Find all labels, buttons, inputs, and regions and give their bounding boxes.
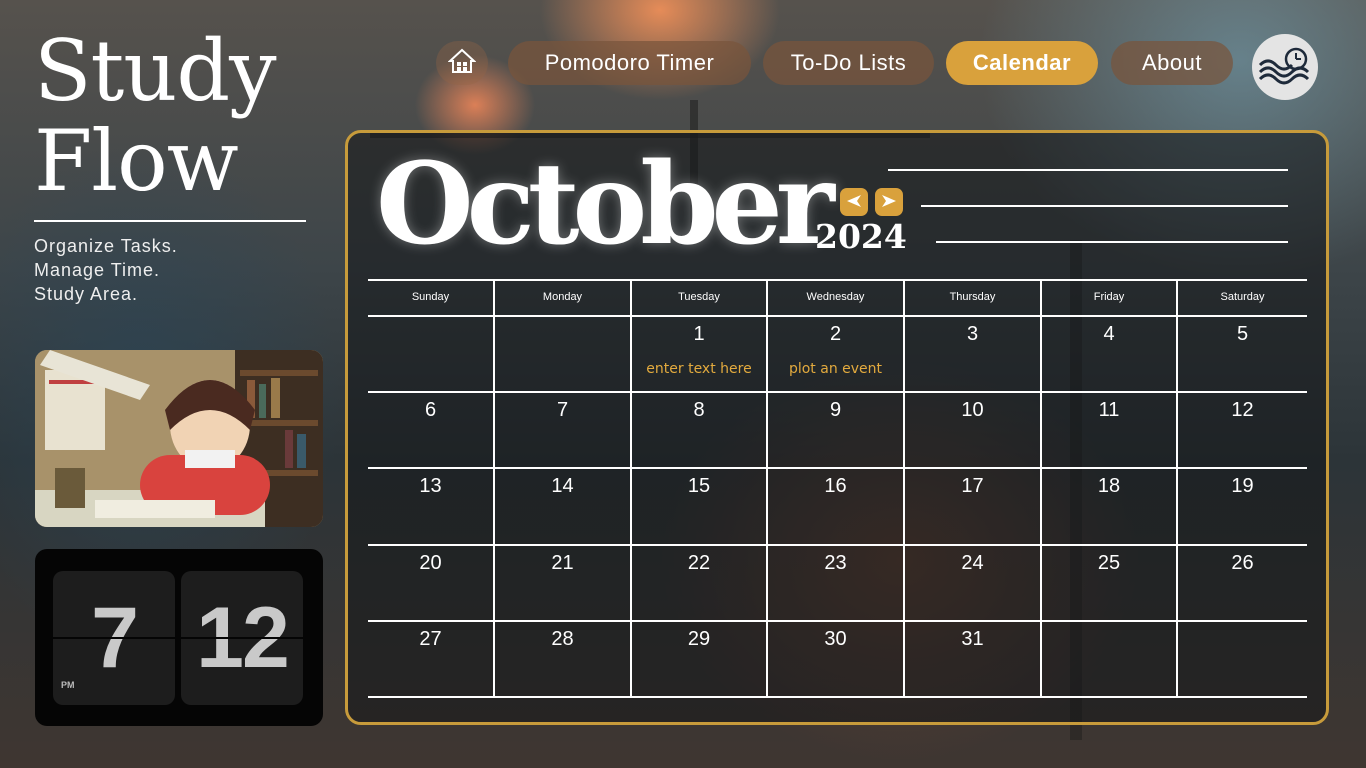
day-cell[interactable]: 21 [495,552,630,575]
calendar-panel: October 2024 Sunday Monday Tuesday Wedne… [345,130,1329,725]
weekday-header: Thursday [949,291,996,303]
day-cell[interactable]: 30 [768,628,903,651]
wave-clock-logo-icon [1258,45,1312,89]
day-cell[interactable]: 1 [632,323,766,346]
day-cell[interactable]: 12 [1178,399,1307,422]
nav-calendar[interactable]: Calendar [946,41,1098,85]
day-cell[interactable]: 25 [1042,552,1176,575]
notes-line[interactable] [921,205,1288,207]
calendar-grid: Sunday Monday Tuesday Wednesday Thursday… [368,279,1307,699]
day-cell[interactable]: 9 [768,399,903,422]
event-note-oct-1[interactable]: enter text here [632,361,766,377]
day-cell[interactable]: 10 [905,399,1040,422]
day-cell[interactable]: 14 [495,475,630,498]
day-cell[interactable]: 29 [632,628,766,651]
day-cell[interactable]: 2 [768,323,903,346]
tagline-line: Study Area. [34,284,139,304]
weekday-header: Sunday [411,291,450,303]
day-cell[interactable]: 19 [1178,475,1307,498]
clock-minute: 12 [181,571,303,705]
day-cell[interactable]: 20 [368,552,493,575]
day-cell[interactable]: 28 [495,628,630,651]
day-cell[interactable]: 15 [632,475,766,498]
day-cell[interactable]: 26 [1178,552,1307,575]
arrow-right-icon [881,193,897,212]
day-cell[interactable]: 7 [495,399,630,422]
site-logo[interactable] [1252,34,1318,100]
month-title: October [376,139,835,270]
prev-month-button[interactable] [840,188,868,216]
top-nav: Pomodoro Timer To-Do Lists Calendar Abou… [0,34,1366,100]
clock-period: PM [61,680,75,690]
brand-title-line2: Flow [34,112,239,210]
home-button[interactable] [436,41,488,85]
weekday-header: Saturday [1220,291,1265,303]
tagline: Organize Tasks. Manage Time. Study Area. [34,234,309,306]
nav-about[interactable]: About [1111,41,1233,85]
tagline-line: Manage Time. [34,260,161,280]
nav-todo-lists[interactable]: To-Do Lists [763,41,934,85]
next-month-button[interactable] [875,188,903,216]
tagline-line: Organize Tasks. [34,236,178,256]
weekday-header: Wednesday [806,291,865,303]
day-cell[interactable]: 31 [905,628,1040,651]
notes-line[interactable] [888,169,1288,171]
day-cell[interactable]: 6 [368,399,493,422]
day-cell[interactable]: 24 [905,552,1040,575]
nav-pomodoro-timer[interactable]: Pomodoro Timer [508,41,751,85]
house-icon [447,48,477,78]
day-cell[interactable]: 5 [1178,323,1307,346]
day-cell[interactable]: 16 [768,475,903,498]
arrow-left-icon [846,193,862,212]
notes-line[interactable] [936,241,1288,243]
day-cell[interactable]: 3 [905,323,1040,346]
day-cell[interactable]: 13 [368,475,493,498]
brand-divider [34,220,306,222]
weekday-header: Monday [542,291,583,303]
event-note-oct-2[interactable]: plot an event [768,361,903,377]
study-illustration [35,350,323,527]
day-cell[interactable]: 8 [632,399,766,422]
day-cell[interactable]: 27 [368,628,493,651]
day-cell[interactable]: 4 [1042,323,1176,346]
day-cell[interactable]: 23 [768,552,903,575]
weekday-header: Friday [1093,291,1125,303]
day-cell[interactable]: 18 [1042,475,1176,498]
weekday-header: Tuesday [678,291,720,303]
day-cell[interactable]: 11 [1042,399,1176,422]
year-label: 2024 [815,217,907,256]
day-cell[interactable]: 17 [905,475,1040,498]
day-cell[interactable]: 22 [632,552,766,575]
flip-clock: 7 12 PM [35,549,323,726]
